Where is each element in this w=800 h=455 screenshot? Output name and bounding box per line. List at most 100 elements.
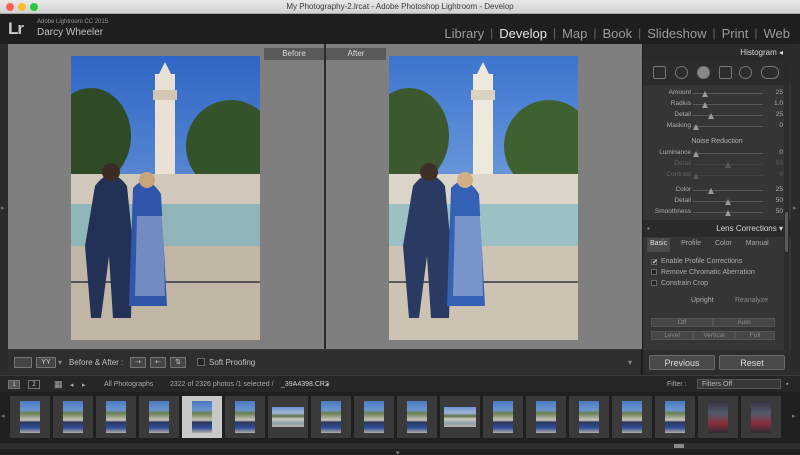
filmstrip-thumbnail[interactable] xyxy=(569,396,609,438)
slider-knob[interactable] xyxy=(725,199,731,205)
filmstrip-thumbnail[interactable] xyxy=(698,396,738,438)
back-arrow-icon[interactable]: ◂ xyxy=(70,381,74,389)
slider-knob[interactable] xyxy=(693,151,699,157)
filmstrip-thumbnail[interactable] xyxy=(53,396,93,438)
slider-radius[interactable]: Radius 1.0 xyxy=(643,100,785,108)
left-panel-collapsed[interactable]: ▸ xyxy=(0,44,8,375)
slider-value[interactable]: 25 xyxy=(776,89,783,96)
toolbar-menu-chevron-icon[interactable]: ▾ xyxy=(628,358,632,367)
remove-chromatic-aberration-checkbox[interactable] xyxy=(651,269,657,275)
module-web[interactable]: Web xyxy=(758,26,797,41)
filmstrip-thumbnail[interactable] xyxy=(311,396,351,438)
reanalyze-button[interactable]: Reanalyze xyxy=(735,297,768,304)
filmstrip-thumbnail[interactable] xyxy=(225,396,265,438)
slider-color[interactable]: Color 25 xyxy=(643,186,785,194)
slider-value[interactable]: 1.0 xyxy=(774,100,783,107)
filmstrip-thumbnail[interactable] xyxy=(483,396,523,438)
slider-track[interactable] xyxy=(693,115,763,116)
slider-luminance[interactable]: Luminance 0 xyxy=(643,149,785,157)
filmstrip-thumbnail[interactable] xyxy=(397,396,437,438)
expand-left-panel-icon[interactable]: ▸ xyxy=(1,204,5,212)
slider-value[interactable]: 25 xyxy=(776,111,783,118)
spot-removal-icon[interactable] xyxy=(675,66,688,79)
filmstrip-scroll-thumb[interactable] xyxy=(674,444,684,448)
collapse-triangle-icon[interactable]: ◂ xyxy=(779,48,783,57)
slider-color-detail[interactable]: Detail 50 xyxy=(643,197,785,205)
constrain-crop-checkbox[interactable] xyxy=(651,280,657,286)
filmstrip-thumbnail[interactable] xyxy=(182,396,222,438)
slider-knob[interactable] xyxy=(725,210,731,216)
slider-track[interactable] xyxy=(693,153,763,154)
slider-value[interactable]: 50 xyxy=(776,208,783,215)
module-map[interactable]: Map xyxy=(556,26,593,41)
forward-arrow-icon[interactable]: ▸ xyxy=(82,381,86,389)
slider-smoothness[interactable]: Smoothness 50 xyxy=(643,208,785,216)
source-label[interactable]: All Photographs xyxy=(104,381,153,388)
copy-after-to-before-button[interactable]: ⇠ xyxy=(150,357,166,368)
collapse-right-panel-icon[interactable]: ▸ xyxy=(793,204,797,212)
crop-tool-icon[interactable] xyxy=(653,66,666,79)
slider-knob[interactable] xyxy=(693,124,699,130)
view-mode-chevron-icon[interactable]: ▾ xyxy=(58,358,62,367)
tab-manual[interactable]: Manual xyxy=(743,238,772,252)
reset-button[interactable]: Reset xyxy=(719,355,785,370)
upright-level-button[interactable]: Level xyxy=(651,331,693,340)
filmstrip-left-arrow-icon[interactable]: ◂ xyxy=(1,412,5,420)
upright-full-button[interactable]: Full xyxy=(735,331,775,340)
soft-proofing-checkbox[interactable] xyxy=(197,358,205,366)
module-library[interactable]: Library xyxy=(438,26,490,41)
slider-masking[interactable]: Masking 0 xyxy=(643,122,785,130)
upright-vertical-button[interactable]: Vertical xyxy=(693,331,735,340)
copy-before-to-after-button[interactable]: ⇢ xyxy=(130,357,146,368)
tab-color[interactable]: Color xyxy=(712,238,735,252)
tab-basic[interactable]: Basic xyxy=(647,238,671,252)
filmstrip-thumbnail[interactable] xyxy=(268,396,308,438)
filmstrip-thumbnail[interactable] xyxy=(139,396,179,438)
slider-track[interactable] xyxy=(693,126,763,127)
filmstrip-thumbnail[interactable] xyxy=(612,396,652,438)
filmstrip-thumbnail[interactable] xyxy=(440,396,480,438)
slider-value[interactable]: 0 xyxy=(779,122,783,129)
panel-switch-icon[interactable]: ▪ xyxy=(647,220,650,237)
collapse-triangle-icon[interactable]: ▾ xyxy=(779,224,783,233)
slider-track[interactable] xyxy=(693,190,763,191)
right-panel-edge[interactable]: ▸ xyxy=(791,44,800,375)
enable-profile-corrections-option[interactable]: ✔ Enable Profile Corrections xyxy=(651,258,791,267)
swap-before-after-button[interactable]: ⇅ xyxy=(170,357,186,368)
selected-filename[interactable]: _39A4398.CR2 xyxy=(281,381,329,388)
slider-value[interactable]: 0 xyxy=(779,149,783,156)
filmstrip-thumbnail[interactable] xyxy=(655,396,695,438)
primary-window-button[interactable]: 1 xyxy=(8,380,20,389)
graduated-filter-icon[interactable] xyxy=(719,66,732,79)
radial-filter-icon[interactable] xyxy=(739,66,752,79)
loupe-view-button[interactable] xyxy=(14,357,32,368)
filmstrip-thumbnail[interactable] xyxy=(354,396,394,438)
filter-lock-icon[interactable]: ▪ xyxy=(786,381,788,388)
filter-select[interactable]: Filters Off xyxy=(697,379,781,389)
red-eye-icon[interactable] xyxy=(697,66,710,79)
constrain-crop-option[interactable]: Constrain Crop xyxy=(651,280,791,289)
module-print[interactable]: Print xyxy=(716,26,755,41)
slider-detail[interactable]: Detail 25 xyxy=(643,111,785,119)
module-book[interactable]: Book xyxy=(596,26,638,41)
filmstrip-scrollbar[interactable] xyxy=(0,443,800,449)
filmstrip-right-arrow-icon[interactable]: ▸ xyxy=(792,412,796,420)
slider-value[interactable]: 25 xyxy=(776,186,783,193)
panel-scrollbar[interactable] xyxy=(784,62,789,350)
remove-chromatic-aberration-option[interactable]: Remove Chromatic Aberration xyxy=(651,269,791,278)
slider-knob[interactable] xyxy=(702,102,708,108)
enable-profile-corrections-checkbox[interactable]: ✔ xyxy=(651,259,658,266)
histogram-header[interactable]: Histogram ◂ xyxy=(643,44,791,61)
scrollbar-thumb[interactable] xyxy=(785,212,788,252)
upright-off-button[interactable]: Off xyxy=(651,318,713,327)
slider-knob[interactable] xyxy=(708,113,714,119)
filmstrip-thumbnail[interactable] xyxy=(10,396,50,438)
module-develop[interactable]: Develop xyxy=(493,26,553,41)
filmstrip-thumbnail[interactable] xyxy=(96,396,136,438)
slider-amount[interactable]: Amount 25 xyxy=(643,89,785,97)
before-after-view-button[interactable]: YY xyxy=(36,357,56,368)
slider-value[interactable]: 50 xyxy=(776,197,783,204)
filmstrip-thumbnail[interactable] xyxy=(741,396,781,438)
slider-knob[interactable] xyxy=(708,188,714,194)
lens-corrections-header[interactable]: ▪ Lens Corrections ▾ xyxy=(643,220,791,237)
